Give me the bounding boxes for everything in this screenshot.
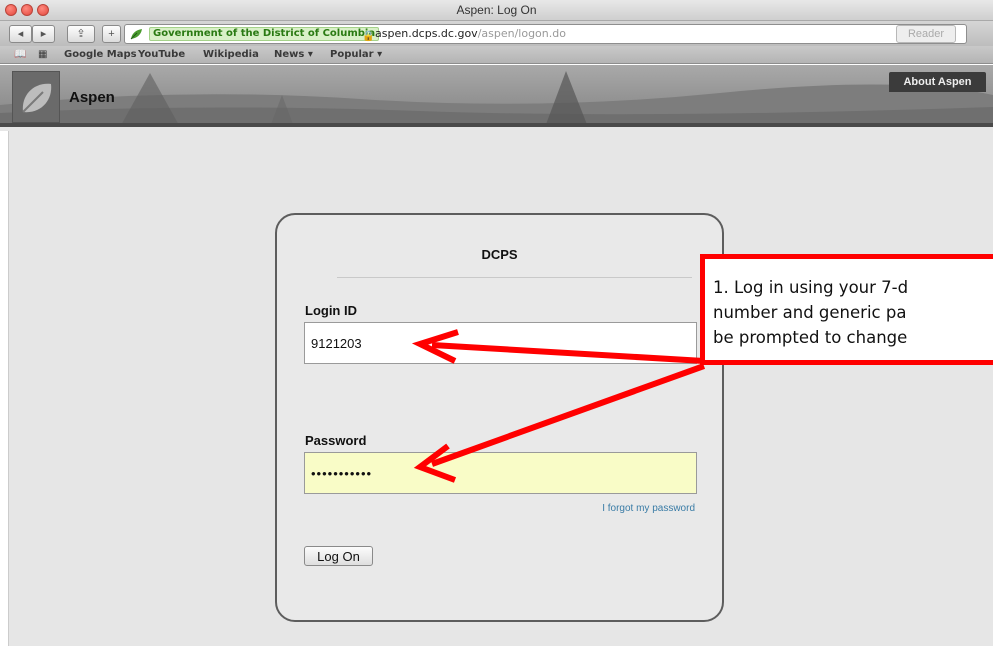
title-bar: Aspen: Log On [0, 0, 993, 21]
bookmarks-bar: 📖 ▦ Google Maps YouTube Wikipedia News ▾… [0, 46, 993, 64]
card-divider [337, 277, 692, 278]
url-text[interactable]: aspen.dcps.dc.gov/aspen/logon.do [375, 25, 566, 43]
login-id-label: Login ID [305, 303, 357, 318]
bookmark-google-maps[interactable]: Google Maps [64, 49, 137, 60]
back-arrow-icon: ◂ [17, 28, 24, 40]
instruction-callout: 1. Log in using your 7-d number and gene… [700, 254, 993, 365]
about-aspen-button[interactable]: About Aspen [889, 72, 986, 92]
plus-icon: + [108, 28, 115, 40]
address-bar[interactable]: Government of the District of Columbia 🔒… [124, 24, 967, 44]
share-icon: ⇪ [76, 28, 86, 40]
password-input[interactable] [304, 452, 697, 494]
forgot-password-link[interactable]: I forgot my password [602, 503, 695, 514]
log-on-button[interactable]: Log On [304, 546, 373, 566]
reading-list-icon[interactable]: 📖 [14, 49, 26, 60]
lock-icon: 🔒 [362, 31, 375, 42]
mountain-scenery-image [0, 71, 993, 123]
page-left-edge [0, 131, 9, 646]
instruction-text: 1. Log in using your 7-d number and gene… [713, 278, 909, 347]
share-button[interactable]: ⇪ [67, 25, 95, 43]
app-title: Aspen [69, 89, 115, 106]
forward-arrow-icon: ▸ [40, 28, 47, 40]
new-tab-button[interactable]: + [102, 25, 121, 43]
ev-certificate-badge[interactable]: Government of the District of Columbia [149, 27, 380, 41]
organization-name: DCPS [481, 247, 518, 262]
url-path: /aspen/logon.do [477, 27, 566, 40]
bookmark-popular[interactable]: Popular ▾ [330, 49, 382, 60]
back-button[interactable]: ◂ [9, 25, 32, 43]
browser-toolbar: ◂ ▸ ⇪ + Government of the District of Co… [0, 21, 993, 46]
site-leaf-icon [130, 29, 142, 40]
login-card: DCPS Login ID Password I forgot my passw… [275, 213, 724, 622]
url-host: aspen.dcps.dc.gov [375, 27, 478, 40]
aspen-logo [12, 71, 60, 123]
window-title: Aspen: Log On [456, 3, 537, 17]
bookmark-wikipedia[interactable]: Wikipedia [203, 49, 259, 60]
bookmark-youtube[interactable]: YouTube [138, 49, 185, 60]
password-label: Password [305, 433, 367, 448]
reader-button[interactable]: Reader [896, 25, 956, 43]
top-sites-icon[interactable]: ▦ [38, 49, 47, 60]
forward-button[interactable]: ▸ [32, 25, 55, 43]
aspen-banner: Aspen About Aspen [0, 65, 993, 127]
login-id-input[interactable] [304, 322, 697, 364]
browser-window: Aspen: Log On ◂ ▸ ⇪ + Government of the … [0, 0, 993, 646]
bookmark-news[interactable]: News ▾ [274, 49, 313, 60]
